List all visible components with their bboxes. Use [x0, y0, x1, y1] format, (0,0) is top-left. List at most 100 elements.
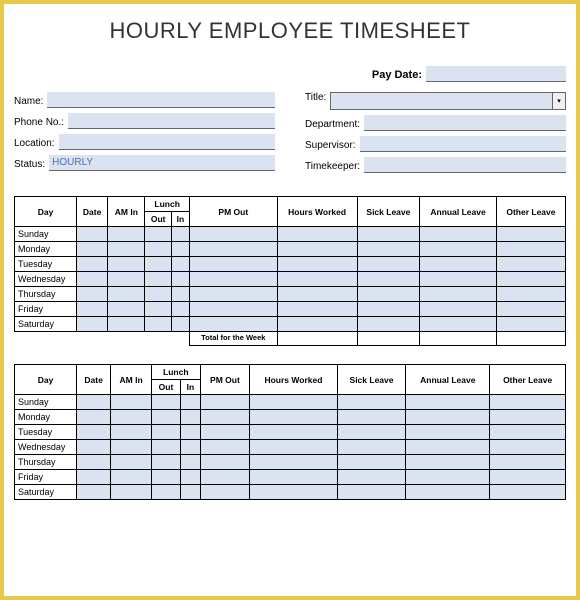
- hours-cell[interactable]: [250, 470, 338, 485]
- date-cell[interactable]: [77, 470, 111, 485]
- pm-out-cell[interactable]: [200, 425, 250, 440]
- lunch-out-cell[interactable]: [145, 317, 172, 332]
- other-cell[interactable]: [496, 317, 565, 332]
- sick-cell[interactable]: [337, 395, 406, 410]
- lunch-out-cell[interactable]: [151, 455, 180, 470]
- pm-out-cell[interactable]: [189, 272, 277, 287]
- lunch-out-cell[interactable]: [151, 470, 180, 485]
- lunch-in-cell[interactable]: [172, 242, 190, 257]
- pm-out-cell[interactable]: [189, 227, 277, 242]
- date-cell[interactable]: [77, 455, 111, 470]
- pm-out-cell[interactable]: [189, 287, 277, 302]
- pm-out-cell[interactable]: [200, 485, 250, 500]
- am-in-cell[interactable]: [108, 227, 145, 242]
- title-input[interactable]: [330, 92, 552, 110]
- lunch-out-cell[interactable]: [145, 257, 172, 272]
- annual-cell[interactable]: [420, 272, 497, 287]
- date-cell[interactable]: [77, 395, 111, 410]
- lunch-out-cell[interactable]: [145, 227, 172, 242]
- hours-cell[interactable]: [250, 455, 338, 470]
- hours-cell[interactable]: [277, 227, 357, 242]
- other-cell[interactable]: [496, 302, 565, 317]
- hours-cell[interactable]: [277, 257, 357, 272]
- lunch-out-cell[interactable]: [145, 272, 172, 287]
- name-input[interactable]: [47, 92, 275, 108]
- lunch-out-cell[interactable]: [151, 410, 180, 425]
- annual-cell[interactable]: [420, 257, 497, 272]
- other-cell[interactable]: [490, 485, 566, 500]
- total-hours[interactable]: [277, 332, 357, 346]
- hours-cell[interactable]: [250, 440, 338, 455]
- date-cell[interactable]: [77, 302, 108, 317]
- pm-out-cell[interactable]: [189, 242, 277, 257]
- location-input[interactable]: [59, 134, 275, 150]
- am-in-cell[interactable]: [111, 395, 152, 410]
- annual-cell[interactable]: [406, 425, 490, 440]
- sick-cell[interactable]: [357, 317, 420, 332]
- phone-input[interactable]: [68, 113, 275, 129]
- am-in-cell[interactable]: [108, 287, 145, 302]
- am-in-cell[interactable]: [108, 257, 145, 272]
- chevron-down-icon[interactable]: ▾: [552, 92, 566, 110]
- date-cell[interactable]: [77, 272, 108, 287]
- paydate-input[interactable]: [426, 66, 566, 82]
- am-in-cell[interactable]: [111, 425, 152, 440]
- lunch-in-cell[interactable]: [172, 317, 190, 332]
- pm-out-cell[interactable]: [200, 395, 250, 410]
- other-cell[interactable]: [490, 440, 566, 455]
- am-in-cell[interactable]: [108, 272, 145, 287]
- lunch-in-cell[interactable]: [181, 440, 201, 455]
- annual-cell[interactable]: [420, 287, 497, 302]
- date-cell[interactable]: [77, 257, 108, 272]
- sick-cell[interactable]: [357, 227, 420, 242]
- am-in-cell[interactable]: [111, 470, 152, 485]
- other-cell[interactable]: [496, 272, 565, 287]
- lunch-out-cell[interactable]: [151, 425, 180, 440]
- hours-cell[interactable]: [250, 425, 338, 440]
- pm-out-cell[interactable]: [200, 455, 250, 470]
- lunch-in-cell[interactable]: [181, 455, 201, 470]
- total-sick[interactable]: [357, 332, 420, 346]
- annual-cell[interactable]: [420, 242, 497, 257]
- am-in-cell[interactable]: [108, 302, 145, 317]
- lunch-in-cell[interactable]: [172, 227, 190, 242]
- other-cell[interactable]: [496, 242, 565, 257]
- date-cell[interactable]: [77, 287, 108, 302]
- other-cell[interactable]: [490, 455, 566, 470]
- pm-out-cell[interactable]: [200, 470, 250, 485]
- annual-cell[interactable]: [420, 227, 497, 242]
- date-cell[interactable]: [77, 440, 111, 455]
- annual-cell[interactable]: [406, 455, 490, 470]
- hours-cell[interactable]: [277, 287, 357, 302]
- other-cell[interactable]: [496, 257, 565, 272]
- other-cell[interactable]: [490, 470, 566, 485]
- am-in-cell[interactable]: [108, 317, 145, 332]
- date-cell[interactable]: [77, 242, 108, 257]
- lunch-in-cell[interactable]: [181, 410, 201, 425]
- sick-cell[interactable]: [337, 470, 406, 485]
- sick-cell[interactable]: [357, 272, 420, 287]
- other-cell[interactable]: [490, 410, 566, 425]
- annual-cell[interactable]: [406, 410, 490, 425]
- lunch-in-cell[interactable]: [181, 395, 201, 410]
- am-in-cell[interactable]: [111, 455, 152, 470]
- lunch-out-cell[interactable]: [145, 302, 172, 317]
- other-cell[interactable]: [490, 395, 566, 410]
- other-cell[interactable]: [496, 287, 565, 302]
- lunch-in-cell[interactable]: [172, 257, 190, 272]
- annual-cell[interactable]: [406, 485, 490, 500]
- sick-cell[interactable]: [337, 410, 406, 425]
- pm-out-cell[interactable]: [189, 317, 277, 332]
- hours-cell[interactable]: [250, 485, 338, 500]
- lunch-in-cell[interactable]: [172, 302, 190, 317]
- lunch-out-cell[interactable]: [151, 395, 180, 410]
- supervisor-input[interactable]: [360, 136, 566, 152]
- status-input[interactable]: [49, 155, 275, 171]
- am-in-cell[interactable]: [111, 410, 152, 425]
- sick-cell[interactable]: [337, 455, 406, 470]
- date-cell[interactable]: [77, 425, 111, 440]
- sick-cell[interactable]: [357, 257, 420, 272]
- sick-cell[interactable]: [357, 287, 420, 302]
- hours-cell[interactable]: [277, 272, 357, 287]
- department-input[interactable]: [364, 115, 566, 131]
